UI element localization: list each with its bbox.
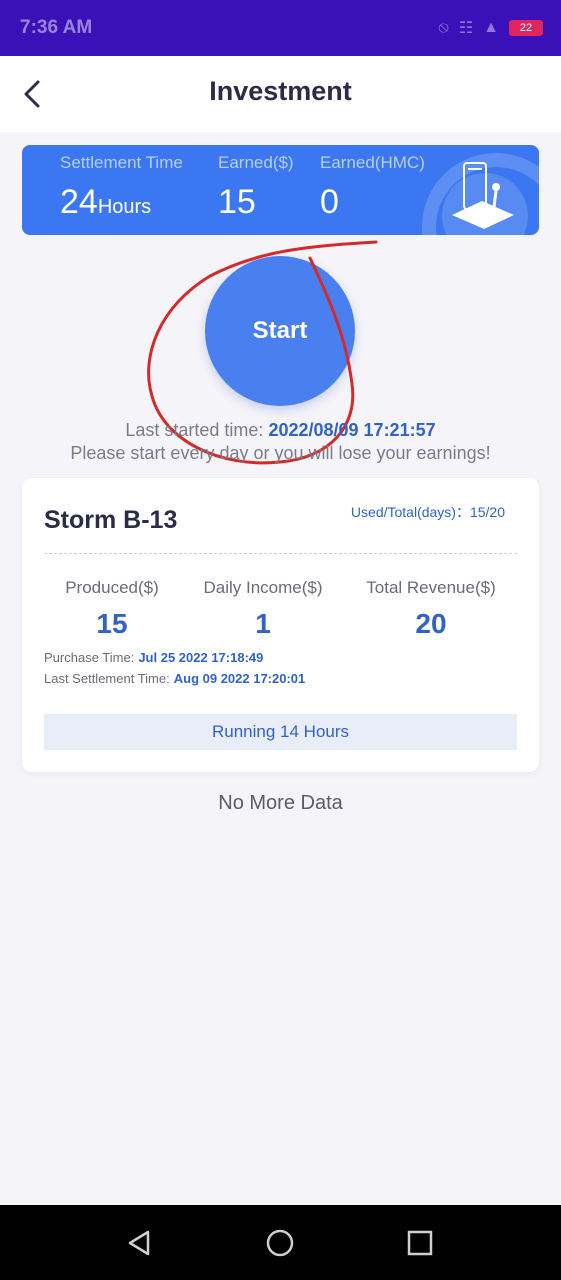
card-divider (44, 553, 517, 554)
earned-hmc-value: 0 (320, 183, 339, 221)
daily-income-stat: Daily Income($) 1 (178, 578, 348, 640)
settlement-time-value: 24Hours (60, 183, 151, 222)
produced-value: 15 (96, 608, 128, 639)
settlement-time-label: Settlement Time (60, 153, 183, 172)
total-revenue-stat: Total Revenue($) 20 (346, 578, 516, 640)
earned-usd-label: Earned($) (218, 153, 294, 172)
last-settlement-row: Last Settlement Time: Aug 09 2022 17:20:0… (44, 671, 305, 686)
total-revenue-label: Total Revenue($) (366, 578, 496, 597)
running-status: Running 14 Hours (44, 714, 517, 750)
page-title: Investment (209, 76, 352, 106)
battery-icon: 22 (509, 20, 543, 36)
summary-banner: Settlement Time 24Hours Earned($) 15 Ear… (22, 145, 539, 235)
daily-income-label: Daily Income($) (203, 578, 323, 597)
product-card: Storm B-13 Used/Total(days)：15/20 Produc… (22, 478, 539, 772)
purchase-time-label: Purchase Time: (44, 650, 135, 665)
last-started-label: Last started time: (125, 420, 264, 440)
wifi-icon: ☷ (458, 20, 474, 37)
mute-icon: ⦸ (438, 19, 449, 36)
produced-label: Produced($) (65, 578, 159, 597)
nav-recents-button[interactable] (404, 1227, 436, 1259)
status-bar: 7:36 AM ⦸ ☷ ▲ 22 (0, 0, 561, 56)
status-time: 7:36 AM (20, 17, 93, 38)
status-icons: ⦸ ☷ ▲ 22 (438, 18, 543, 38)
daily-income-value: 1 (255, 608, 271, 639)
settlement-time-number: 24 (60, 183, 98, 221)
last-settlement-value: Aug 09 2022 17:20:01 (173, 671, 306, 686)
last-started-line: Last started time: 2022/08/09 17:21:57 (0, 420, 561, 441)
last-settlement-label: Last Settlement Time: (44, 671, 170, 686)
investment-illustration-icon (452, 162, 514, 229)
purchase-time-value: Jul 25 2022 17:18:49 (138, 650, 264, 665)
last-started-timestamp: 2022/08/09 17:21:57 (268, 420, 436, 440)
earned-usd-value: 15 (218, 183, 256, 221)
used-total-days: Used/Total(days)：15/20 (350, 504, 505, 520)
app-header: Investment (0, 56, 561, 132)
system-nav-bar (0, 1205, 561, 1280)
total-revenue-value: 20 (415, 608, 447, 639)
product-title: Storm B-13 (44, 506, 178, 534)
nav-home-button[interactable] (264, 1227, 296, 1259)
settlement-time-unit: Hours (97, 196, 152, 218)
nav-home-icon (266, 1229, 294, 1257)
produced-stat: Produced($) 15 (27, 578, 197, 640)
nav-back-icon (128, 1230, 150, 1256)
signal-icon: ▲ (483, 19, 499, 36)
daily-start-warning: Please start every day or you will lose … (70, 443, 491, 463)
nav-back-button[interactable] (124, 1227, 156, 1259)
no-more-data: No More Data (218, 792, 343, 814)
purchase-time-row: Purchase Time: Jul 25 2022 17:18:49 (44, 650, 263, 665)
earned-hmc-label: Earned(HMC) (320, 153, 425, 172)
nav-recents-icon (407, 1230, 433, 1256)
